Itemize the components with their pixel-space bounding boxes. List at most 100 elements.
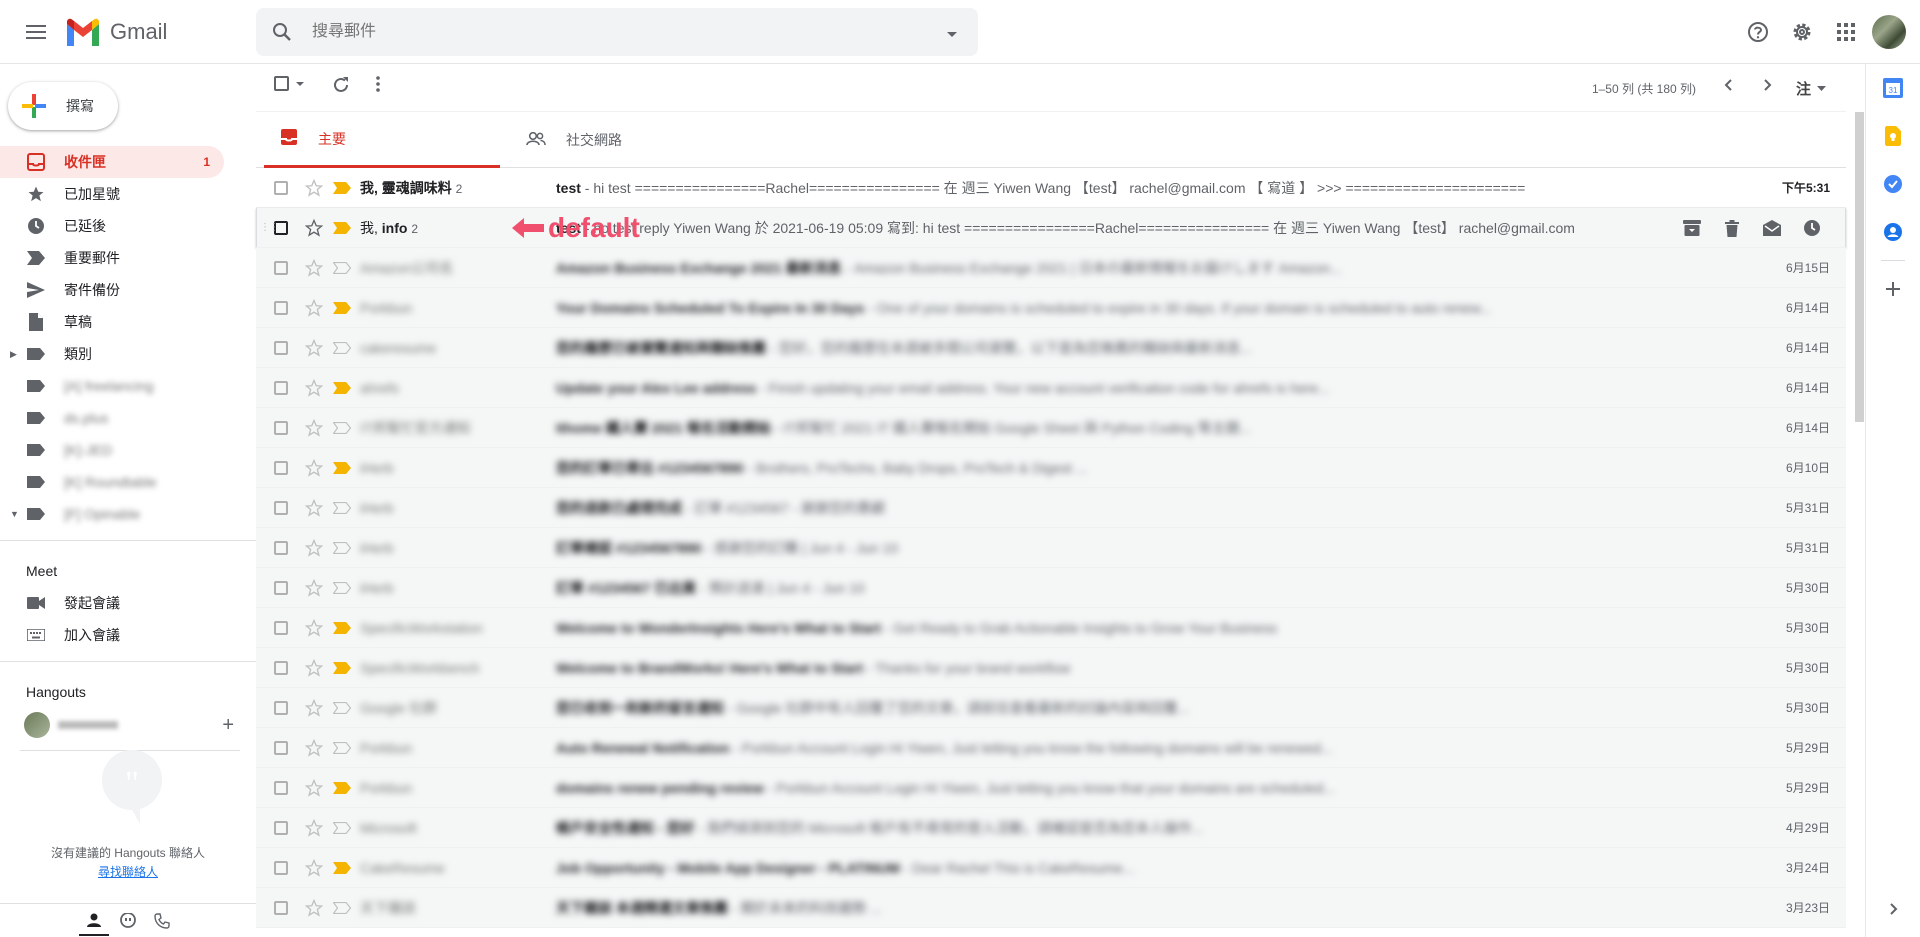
email-row[interactable]: iHerb 您的訂單已寄出 #1234567890 - Brothers, Pro… (256, 448, 1846, 488)
refresh-icon[interactable] (332, 76, 350, 94)
sidebar-item-categories[interactable]: ▶ 類別 (0, 338, 224, 370)
archive-icon[interactable] (1672, 208, 1712, 248)
email-row[interactable]: iHerb 訂單確認 #1234567890 - 感謝您的訂購 | Jun 4 -… (256, 528, 1846, 568)
email-row[interactable]: Microsoft 帳戶安全性通知 - 您好 - 我們偵測到您的 Microsof… (256, 808, 1846, 848)
important-marker-icon[interactable] (332, 781, 352, 794)
input-tools-button[interactable]: 注 (1796, 78, 1826, 99)
important-marker-icon[interactable] (332, 381, 352, 394)
email-row[interactable]: SpecificWorkbench Welcome to BrandWorks! … (256, 648, 1846, 688)
prev-page-icon[interactable] (1724, 79, 1732, 91)
important-marker-icon[interactable] (332, 701, 352, 714)
star-toggle-icon[interactable] (304, 818, 324, 837)
sidebar-item-label-3[interactable]: [K]-JED (0, 434, 224, 466)
important-marker-icon[interactable] (332, 421, 352, 434)
gear-icon[interactable] (1782, 12, 1822, 52)
hangouts-chat-icon[interactable] (113, 906, 143, 936)
important-marker-icon[interactable] (332, 341, 352, 354)
sidebar-item-drafts[interactable]: 草稿 (0, 306, 224, 338)
row-checkbox[interactable] (274, 460, 288, 475)
row-checkbox[interactable] (274, 620, 288, 635)
email-row[interactable]: ahrefs Update your Alex Lee address - Fin… (256, 368, 1846, 408)
star-toggle-icon[interactable] (304, 658, 324, 677)
important-marker-icon[interactable] (332, 261, 352, 274)
star-toggle-icon[interactable] (304, 898, 324, 917)
email-row[interactable]: ⋮⋮ 我, info 2 test - ho test reply Yiwen Wa… (256, 208, 1846, 248)
star-toggle-icon[interactable] (304, 698, 324, 717)
row-checkbox[interactable] (274, 580, 288, 595)
search-input[interactable] (312, 8, 912, 56)
star-toggle-icon[interactable] (304, 298, 324, 317)
star-toggle-icon[interactable] (304, 778, 324, 797)
sidebar-item-inbox[interactable]: 收件匣 1 (0, 146, 224, 178)
row-checkbox[interactable] (274, 260, 288, 275)
gmail-logo[interactable]: Gmail (64, 16, 167, 48)
tab-primary[interactable]: 主要 (264, 112, 500, 168)
important-marker-icon[interactable] (332, 901, 352, 914)
row-checkbox[interactable] (274, 740, 288, 755)
search-options-dropdown-icon[interactable] (946, 26, 958, 44)
sidebar-item-important[interactable]: 重要郵件 (0, 242, 224, 274)
sidebar-item-snoozed[interactable]: 已延後 (0, 210, 224, 242)
important-marker-icon[interactable] (332, 861, 352, 874)
meet-join-meeting[interactable]: 加入會議 (0, 619, 224, 651)
important-marker-icon[interactable] (332, 581, 352, 594)
drag-handle-icon[interactable]: ⋮⋮ (260, 222, 279, 233)
contacts-icon[interactable] (1873, 212, 1913, 252)
important-marker-icon[interactable] (332, 501, 352, 514)
mark-as-read-icon[interactable] (1752, 208, 1792, 248)
important-marker-icon[interactable] (332, 741, 352, 754)
email-row[interactable]: 天下雜誌 天下雜誌 本週精選文章推薦 - 關於未來的科技趨勢 ... 3月23日 (256, 888, 1846, 928)
email-row[interactable]: 我, 靈魂調味料 2 test - hi test ===============… (256, 168, 1846, 208)
important-marker-icon[interactable] (332, 301, 352, 314)
row-checkbox[interactable] (274, 860, 288, 875)
sidebar-item-sent[interactable]: 寄件備份 (0, 274, 224, 306)
star-toggle-icon[interactable] (304, 498, 324, 517)
expand-panel-icon[interactable] (1874, 889, 1914, 929)
row-checkbox[interactable] (274, 340, 288, 355)
row-checkbox[interactable] (274, 300, 288, 315)
expand-caret-icon[interactable]: ▶ (10, 349, 17, 360)
star-toggle-icon[interactable] (304, 858, 324, 877)
star-toggle-icon[interactable] (304, 258, 324, 277)
row-checkbox[interactable] (274, 380, 288, 395)
search-icon[interactable] (270, 20, 294, 49)
search-bar[interactable] (256, 8, 978, 56)
help-icon[interactable] (1738, 12, 1778, 52)
compose-button[interactable]: 撰寫 (8, 82, 118, 130)
find-contacts-link[interactable]: 尋找聯絡人 (0, 863, 256, 880)
expand-caret-icon[interactable]: ▼ (10, 509, 19, 519)
important-marker-icon[interactable] (332, 181, 352, 194)
avatar[interactable] (1872, 15, 1906, 49)
tasks-icon[interactable] (1873, 164, 1913, 204)
important-marker-icon[interactable] (332, 661, 352, 674)
email-row[interactable]: Porkbun Auto Renewal Notification - Porkb… (256, 728, 1846, 768)
scrollbar[interactable] (1855, 112, 1864, 422)
star-toggle-icon[interactable] (304, 618, 324, 637)
calendar-icon[interactable]: 31 (1873, 68, 1913, 108)
star-toggle-icon[interactable] (304, 578, 324, 597)
star-toggle-icon[interactable] (304, 378, 324, 397)
sidebar-item-starred[interactable]: 已加星號 (0, 178, 224, 210)
email-row[interactable]: IT邦幫忙官方通知 Ithome 鐵人賽 2021 報名活動開始 - IT邦幫忙 … (256, 408, 1846, 448)
add-contact-icon[interactable]: + (222, 714, 234, 737)
email-row[interactable]: iHerb 您的退款已處理完成 - 訂單 #1234567 - 謝謝您的惠顧 5月3… (256, 488, 1846, 528)
email-row[interactable]: cakeresume 您的履歷已被瀏覽通知與職缺推薦 - 您好，您的履歷在本週被多… (256, 328, 1846, 368)
snooze-icon[interactable] (1792, 208, 1832, 248)
phone-icon[interactable] (147, 906, 177, 936)
select-dropdown-icon[interactable] (295, 81, 305, 87)
important-marker-icon[interactable] (332, 541, 352, 554)
sidebar-item-label-1[interactable]: [A] freelancing (0, 370, 224, 402)
row-checkbox[interactable] (274, 780, 288, 795)
apps-icon[interactable] (1826, 12, 1866, 52)
person-icon[interactable] (79, 906, 109, 936)
more-options-icon[interactable] (376, 76, 380, 92)
star-toggle-icon[interactable] (304, 178, 324, 197)
hangouts-user[interactable]: + (0, 708, 256, 742)
menu-icon[interactable] (20, 16, 52, 48)
select-all-checkbox[interactable] (274, 76, 305, 91)
email-row[interactable]: SpecificWorkstation Welcome to WonderInsi… (256, 608, 1846, 648)
star-toggle-icon[interactable] (304, 738, 324, 757)
email-row[interactable]: iHerb 訂單 #1234567 已出貨 - 預計送達 | Jun 4 - Ju… (256, 568, 1846, 608)
star-toggle-icon[interactable] (304, 538, 324, 557)
important-marker-icon[interactable] (332, 821, 352, 834)
